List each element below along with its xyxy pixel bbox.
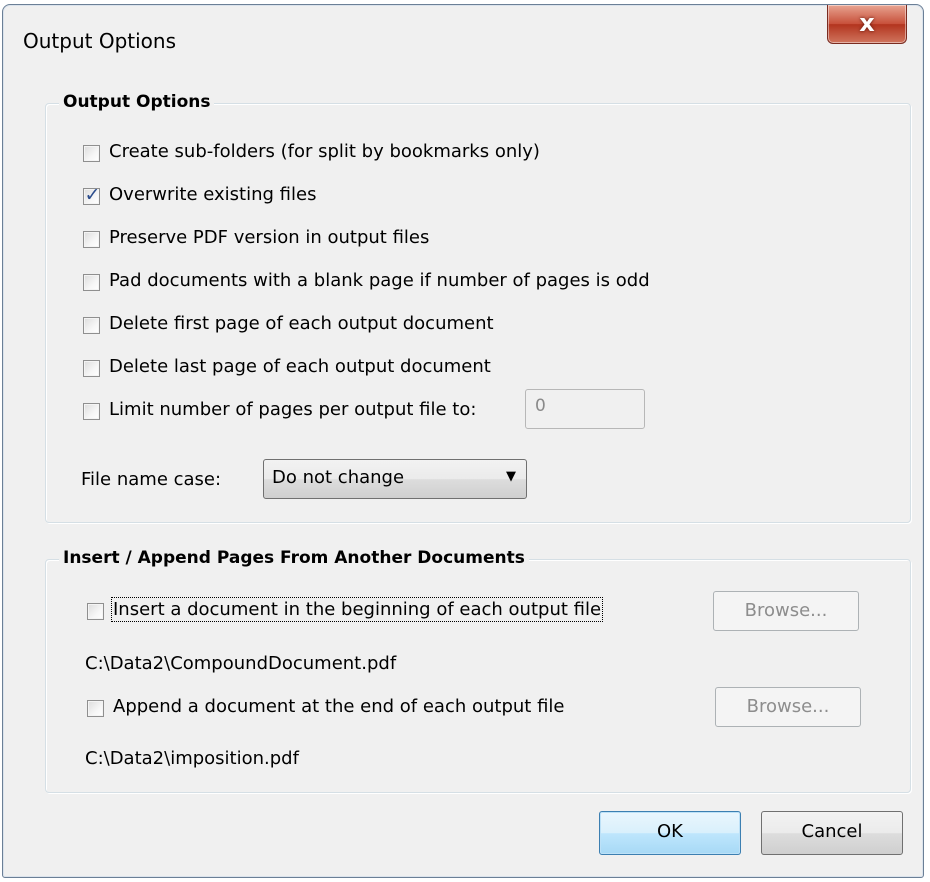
output-options-group-label: Output Options [59, 92, 215, 112]
close-button[interactable]: x [827, 5, 907, 44]
append-document-label[interactable]: Append a document at the end of each out… [113, 696, 565, 717]
append-browse-button[interactable]: Browse... [715, 687, 861, 727]
pad-documents-checkbox[interactable] [83, 274, 100, 291]
insert-append-group-label: Insert / Append Pages From Another Docum… [59, 548, 529, 568]
close-icon: x [859, 9, 875, 37]
overwrite-label[interactable]: Overwrite existing files [109, 184, 316, 205]
limit-pages-label[interactable]: Limit number of pages per output file to… [109, 399, 476, 420]
title-bar[interactable]: Output Options x [3, 5, 923, 71]
delete-last-page-label[interactable]: Delete last page of each output document [109, 356, 491, 377]
preserve-pdf-version-checkbox[interactable] [83, 231, 100, 248]
append-document-checkbox[interactable] [87, 700, 104, 717]
delete-last-page-checkbox[interactable] [83, 360, 100, 377]
cancel-button[interactable]: Cancel [761, 811, 903, 855]
insert-document-checkbox[interactable] [87, 603, 104, 620]
pad-documents-label[interactable]: Pad documents with a blank page if numbe… [109, 270, 650, 291]
file-name-case-select[interactable]: Do not change ▼ [263, 459, 527, 499]
delete-first-page-checkbox[interactable] [83, 317, 100, 334]
chevron-down-icon: ▼ [506, 469, 516, 484]
create-subfolders-label[interactable]: Create sub-folders (for split by bookmar… [109, 141, 540, 162]
file-name-case-label: File name case: [81, 469, 222, 490]
insert-document-path: C:\Data2\CompoundDocument.pdf [85, 653, 397, 674]
check-icon: ✓ [84, 184, 101, 206]
overwrite-checkbox[interactable]: ✓ [83, 184, 100, 206]
limit-pages-input[interactable]: 0 [525, 389, 645, 429]
preserve-pdf-version-label[interactable]: Preserve PDF version in output files [109, 227, 429, 248]
dialog-title: Output Options [23, 29, 176, 53]
insert-document-label[interactable]: Insert a document in the beginning of ea… [110, 597, 604, 622]
insert-browse-button[interactable]: Browse... [713, 591, 859, 631]
append-document-path: C:\Data2\imposition.pdf [85, 748, 299, 769]
file-name-case-value: Do not change [272, 467, 405, 488]
create-subfolders-checkbox[interactable] [83, 145, 100, 162]
delete-first-page-label[interactable]: Delete first page of each output documen… [109, 313, 494, 334]
output-options-dialog: Output Options x Output Options Create s… [2, 4, 924, 878]
ok-button[interactable]: OK [599, 811, 741, 855]
limit-pages-checkbox[interactable] [83, 403, 100, 420]
